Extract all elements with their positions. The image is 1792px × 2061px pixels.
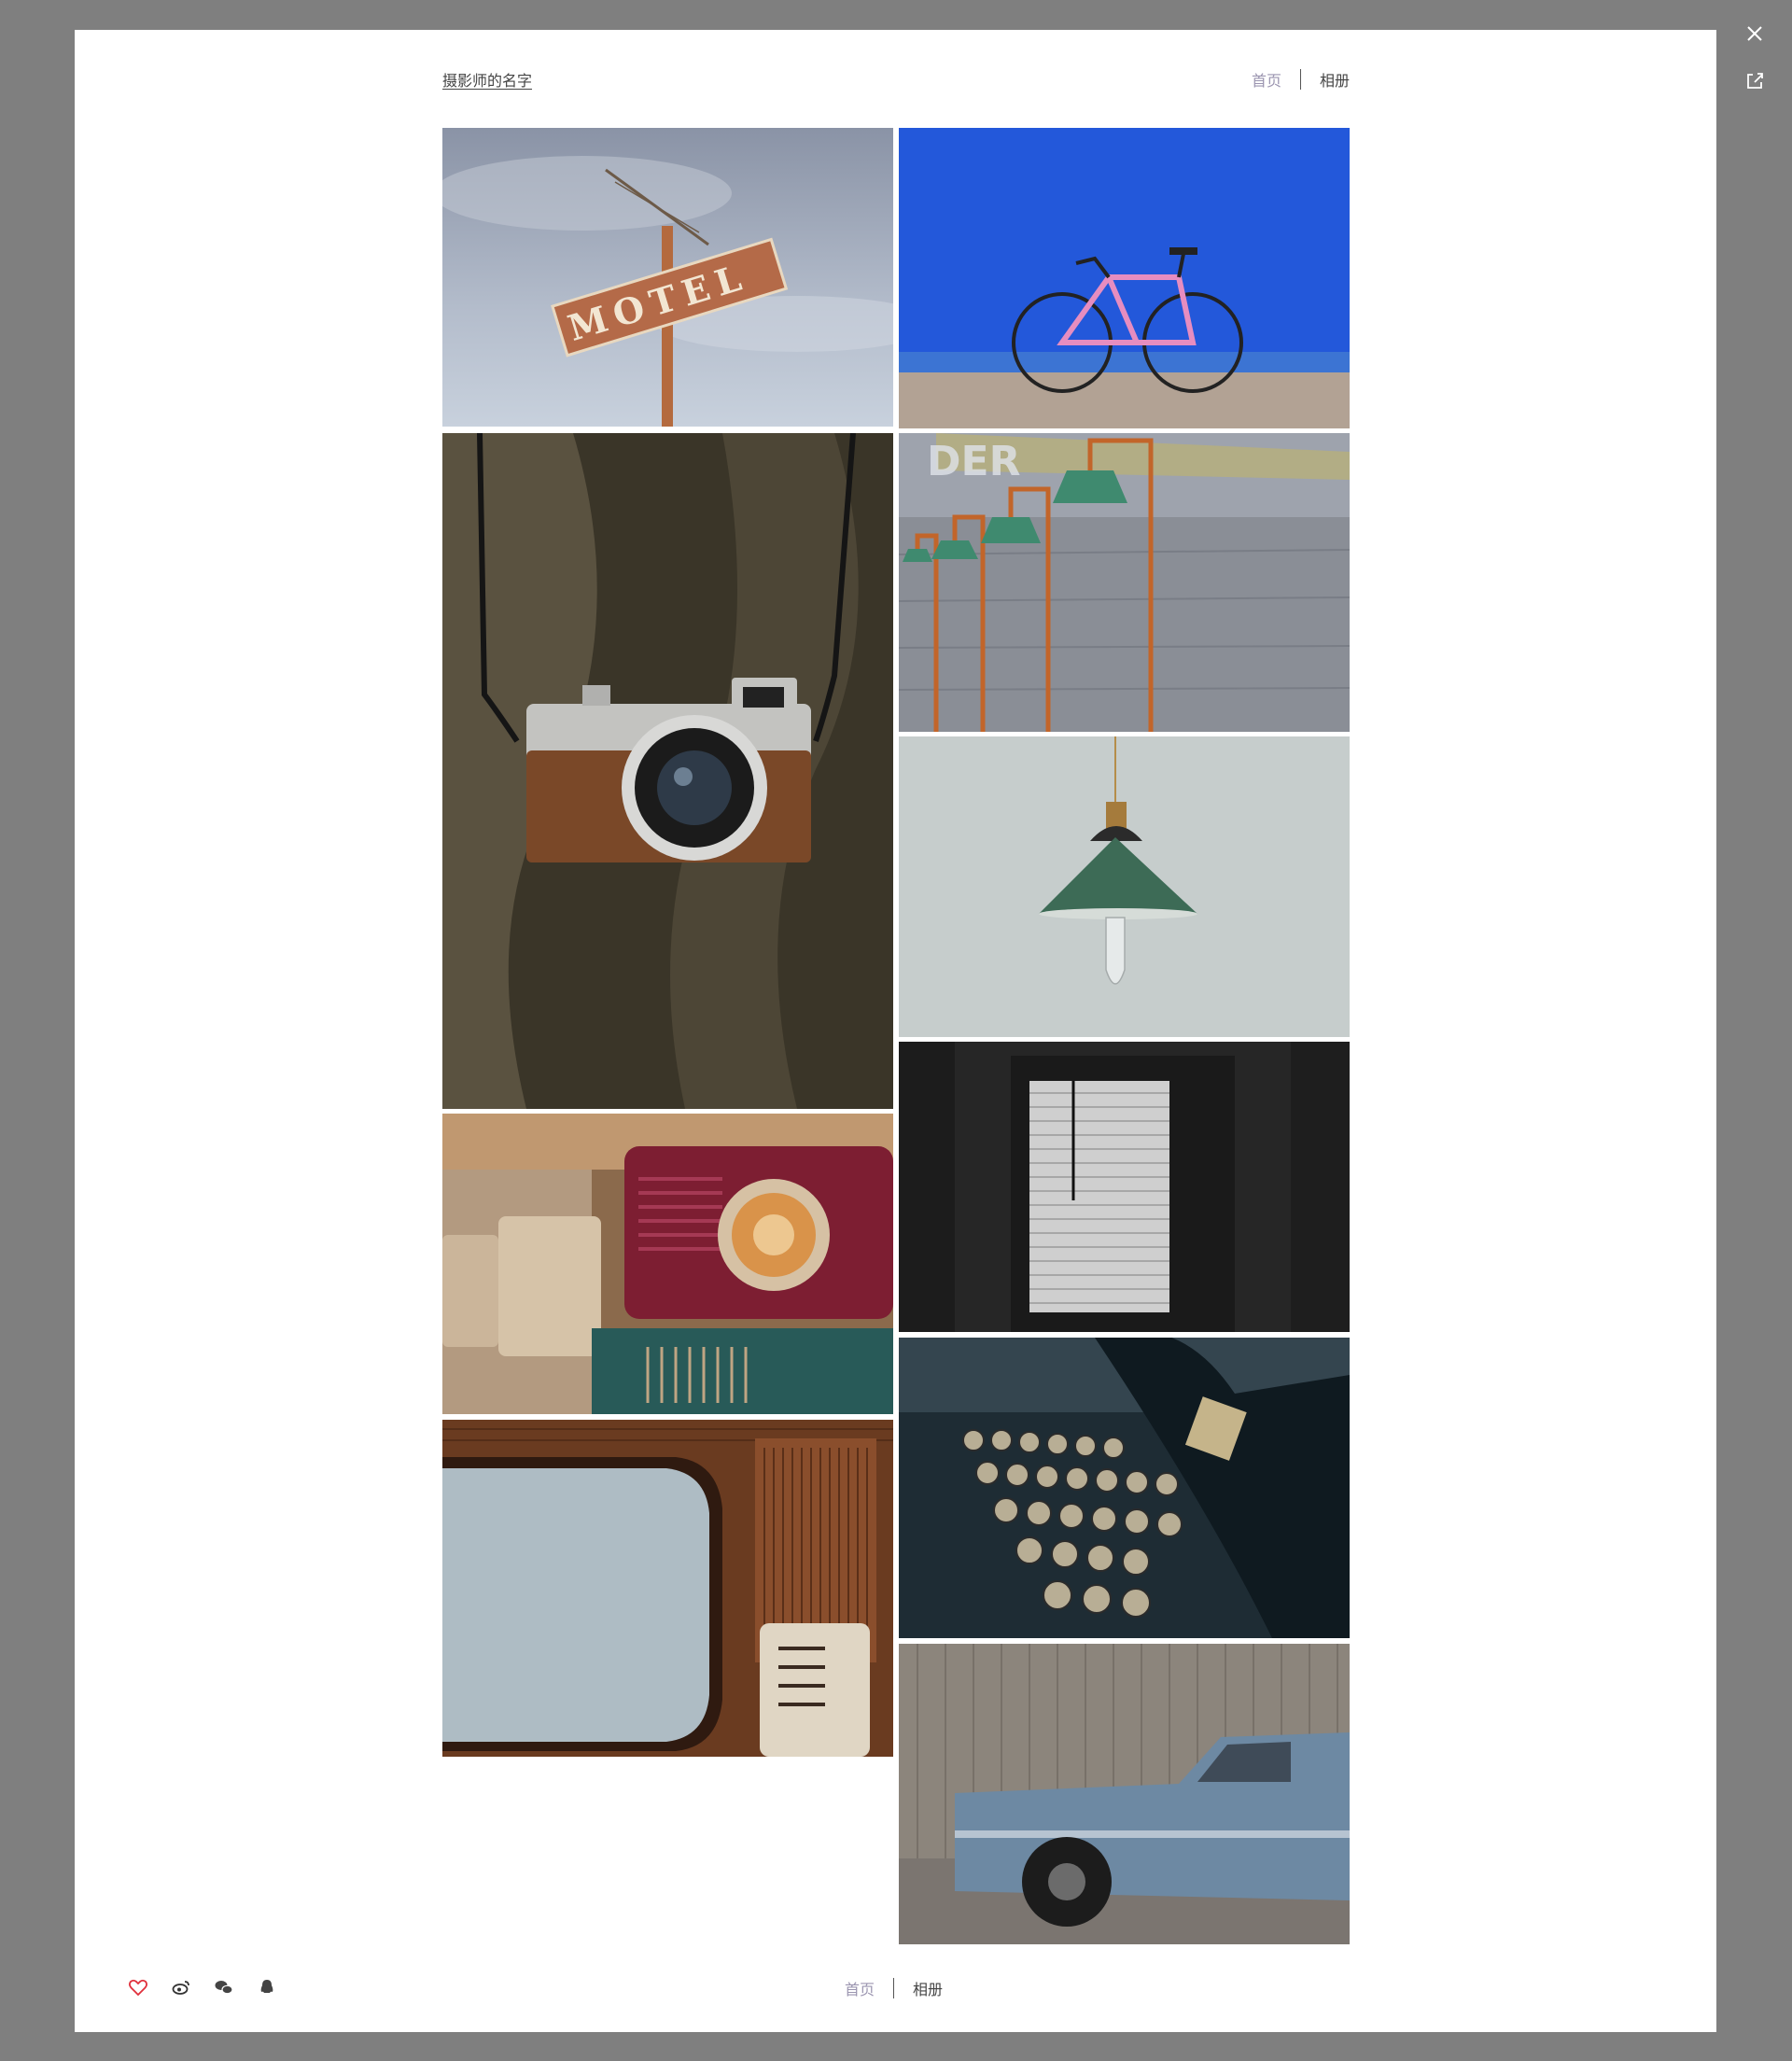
share-icon[interactable] xyxy=(1742,67,1768,93)
header-nav: 首页 相册 xyxy=(1252,68,1350,91)
photo-camera[interactable] xyxy=(442,433,893,1109)
photographer-name-link[interactable]: 摄影师的名字 xyxy=(442,68,532,91)
footer-nav-album-link[interactable]: 相册 xyxy=(913,1977,943,1999)
gallery-modal xyxy=(75,30,1716,2032)
photo-radios[interactable] xyxy=(442,1114,893,1414)
footer-nav-divider xyxy=(893,1978,895,1998)
svg-text:DER: DER xyxy=(927,438,1020,485)
footer-nav-home-link[interactable]: 首页 xyxy=(845,1977,875,1999)
nav-home-link[interactable]: 首页 xyxy=(1252,68,1281,91)
photo-bicycle[interactable] xyxy=(899,128,1350,428)
heart-icon[interactable] xyxy=(127,1976,149,1998)
photo-typewriter[interactable] xyxy=(899,1338,1350,1638)
footer-nav: 首页 相册 xyxy=(845,1977,943,1999)
gallery-header: 摄影师的名字 首页 相册 xyxy=(442,65,1350,93)
photo-motel-sign[interactable]: MOTEL xyxy=(442,128,893,427)
footer-actions xyxy=(127,1973,299,2001)
weibo-icon[interactable] xyxy=(170,1976,192,1998)
photo-wall-lamps[interactable]: DER xyxy=(899,433,1350,732)
photo-old-car[interactable] xyxy=(899,1644,1350,1944)
nav-divider xyxy=(1299,69,1301,90)
wechat-icon[interactable] xyxy=(213,1976,235,1998)
photo-television[interactable] xyxy=(442,1420,893,1757)
photo-pendant-lamp[interactable] xyxy=(899,736,1350,1037)
nav-album-link[interactable]: 相册 xyxy=(1320,68,1350,91)
photo-window-blinds[interactable] xyxy=(899,1042,1350,1332)
qq-icon[interactable] xyxy=(256,1976,278,1998)
close-icon[interactable] xyxy=(1742,21,1768,47)
